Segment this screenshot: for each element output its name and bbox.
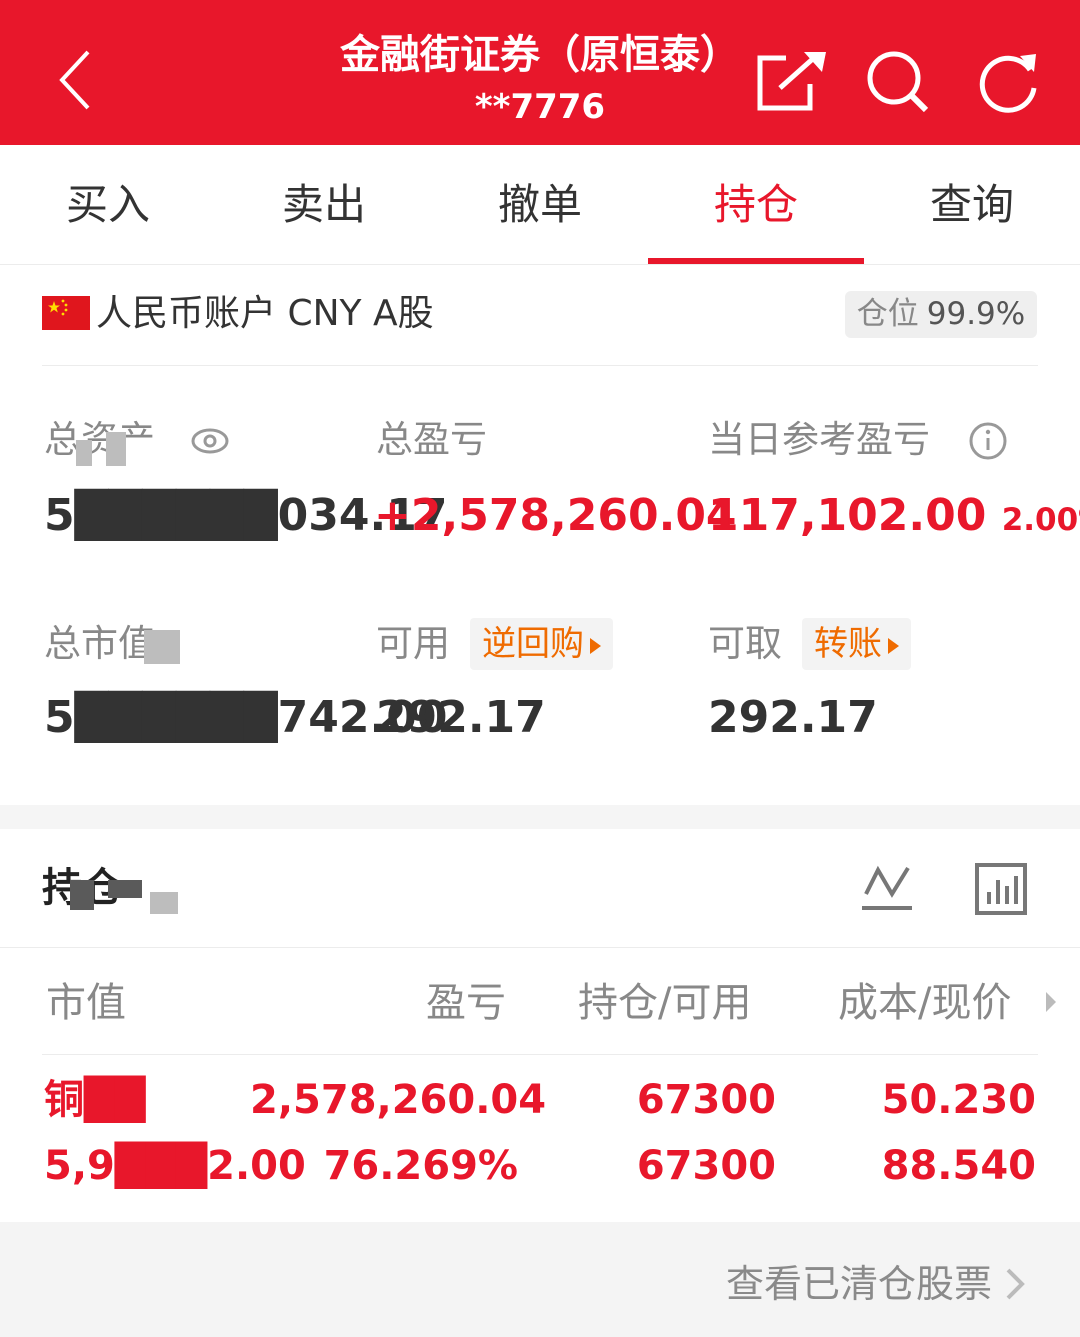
withdrawable-value: 292.17 — [708, 692, 878, 743]
table-row[interactable]: 铜██ 5,9███2.00 2,578,260.04 76.269% 6730… — [0, 1060, 1080, 1210]
chart-view-button[interactable] — [860, 860, 914, 918]
account-number: **7776 — [474, 87, 606, 127]
position-value: 99.9% — [926, 296, 1026, 332]
china-flag-icon — [42, 296, 90, 330]
position-ratio-badge: 仓位 99.9% — [845, 291, 1037, 338]
back-button[interactable] — [50, 40, 110, 120]
stock-cost: 50.230 — [881, 1077, 1036, 1123]
reverse-repo-button[interactable]: 逆回购 — [470, 618, 613, 670]
divider — [42, 1054, 1038, 1055]
transfer-label: 转账 — [814, 624, 882, 664]
day-pnl-percent: 2.00% — [1001, 502, 1080, 538]
day-pnl-label: 当日参考盈亏 — [708, 418, 930, 461]
position-label: 仓位 — [856, 296, 919, 332]
trade-tabs: 买入 卖出 撤单 持仓 查询 — [0, 145, 1080, 265]
tab-buy[interactable]: 买入 — [0, 145, 216, 264]
broker-title: 金融街证券（原恒泰） — [340, 32, 740, 78]
info-icon — [969, 422, 1007, 460]
search-icon — [867, 51, 929, 113]
view-cleared-stocks-link[interactable]: 查看已清仓股票 — [726, 1258, 992, 1310]
back-arrow-icon — [59, 50, 90, 110]
withdrawable-label: 可取 — [708, 622, 782, 665]
eye-icon — [191, 428, 229, 454]
section-gap — [0, 805, 1080, 829]
divider — [42, 365, 1038, 366]
play-arrow-icon — [888, 637, 899, 654]
available-value: 292.17 — [376, 692, 546, 743]
stock-pnl: 2,578,260.04 — [250, 1077, 547, 1123]
tab-query[interactable]: 查询 — [864, 145, 1080, 264]
market-value-label: 总市值 — [44, 622, 155, 665]
trend-line-icon — [862, 865, 912, 910]
tab-positions[interactable]: 持仓 — [648, 145, 864, 264]
available-label: 可用 — [376, 622, 450, 665]
col-market-value[interactable]: 市值 — [46, 975, 126, 1031]
col-cost-price[interactable]: 成本/现价 — [838, 975, 1011, 1031]
scroll-columns-icon[interactable] — [1044, 988, 1058, 1020]
refresh-button[interactable] — [976, 48, 1042, 114]
tab-cancel[interactable]: 撤单 — [432, 145, 648, 264]
day-pnl-info-button[interactable] — [968, 421, 1008, 465]
redaction-mosaic — [60, 864, 190, 916]
transfer-button[interactable]: 转账 — [802, 618, 911, 670]
stock-name: 铜██ — [44, 1077, 146, 1123]
refresh-icon — [979, 54, 1037, 113]
chevron-right-icon — [1046, 992, 1056, 1012]
col-pnl[interactable]: 盈亏 — [426, 975, 506, 1031]
active-tab-indicator — [648, 258, 864, 264]
bar-chart-button[interactable] — [974, 862, 1028, 920]
stock-price: 88.540 — [881, 1143, 1036, 1189]
bar-chart-icon — [975, 863, 1027, 915]
day-pnl-value: 117,102.00 2.00% — [708, 488, 1080, 548]
tab-sell[interactable]: 卖出 — [216, 145, 432, 264]
toggle-visibility-button[interactable] — [190, 421, 230, 465]
search-button[interactable] — [864, 48, 930, 114]
col-position-available[interactable]: 持仓/可用 — [578, 975, 751, 1031]
redaction-mosaic — [144, 630, 180, 664]
chevron-right-icon[interactable] — [1000, 1262, 1028, 1306]
play-arrow-icon — [590, 637, 601, 654]
share-button[interactable] — [756, 48, 826, 114]
share-icon — [757, 52, 826, 111]
redaction-mosaic — [76, 432, 126, 466]
stock-position: 67300 — [636, 1077, 776, 1123]
divider — [0, 947, 1080, 948]
total-pnl-value: +2,578,260.04 — [374, 490, 737, 541]
stock-available: 67300 — [636, 1143, 776, 1189]
reverse-repo-label: 逆回购 — [482, 624, 584, 664]
total-pnl-label: 总盈亏 — [376, 418, 487, 461]
stock-pnl-percent: 76.269% — [323, 1143, 518, 1189]
